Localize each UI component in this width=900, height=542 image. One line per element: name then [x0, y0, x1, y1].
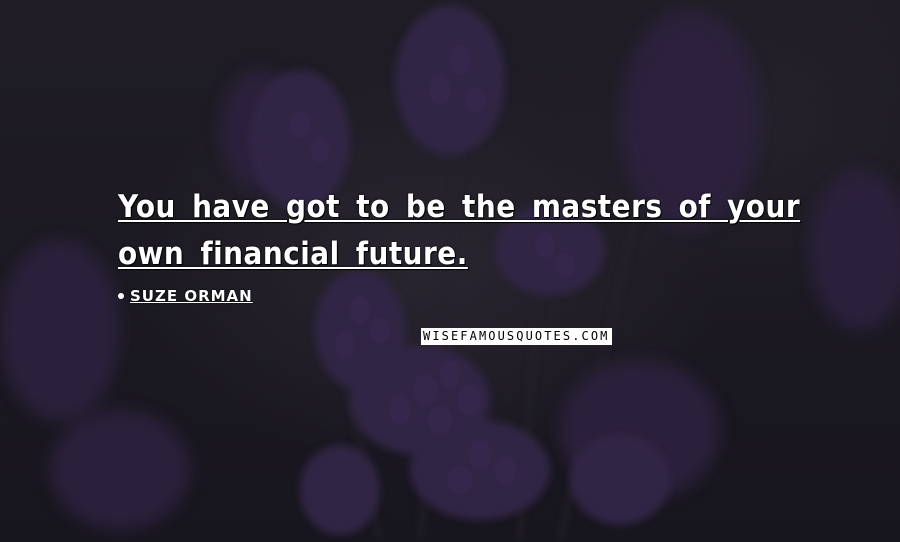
quote-card: You have got to be the masters of your o…: [0, 0, 900, 542]
bullet-icon: [118, 293, 124, 299]
author-line: Suze Orman: [118, 287, 253, 305]
quote-text: You have got to be the masters of your o…: [118, 189, 801, 272]
author-name: Suze Orman: [130, 287, 253, 305]
watermark-label: WISEFAMOUSQUOTES.COM: [421, 328, 612, 345]
